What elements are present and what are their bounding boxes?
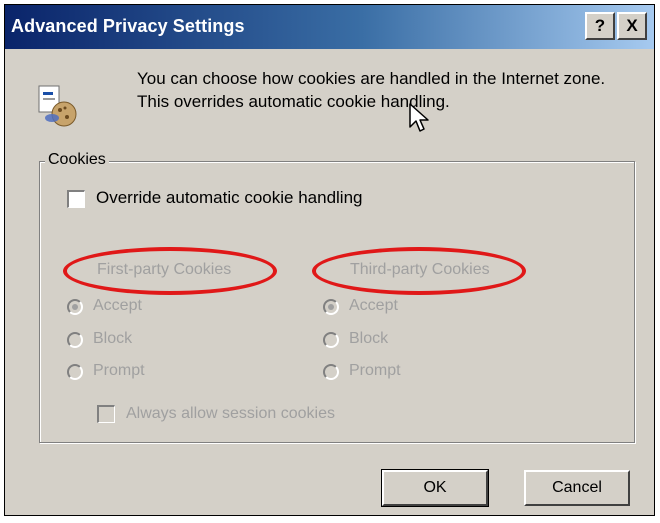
- first-party-accept-label[interactable]: Accept: [93, 297, 142, 315]
- first-party-prompt-label[interactable]: Prompt: [93, 362, 145, 380]
- cancel-button[interactable]: Cancel: [524, 470, 630, 506]
- third-party-block-label[interactable]: Block: [349, 330, 388, 348]
- privacy-cookie-icon: [38, 85, 77, 127]
- title-bar[interactable]: Advanced Privacy Settings ? X: [5, 5, 654, 49]
- third-party-block-radio[interactable]: [323, 332, 339, 348]
- window-title: Advanced Privacy Settings: [11, 16, 245, 36]
- first-party-accept-radio[interactable]: [67, 299, 83, 315]
- close-button[interactable]: X: [617, 12, 647, 40]
- advanced-privacy-dialog: Advanced Privacy Settings ? X You can ch…: [4, 4, 655, 516]
- override-checkbox-label[interactable]: Override automatic cookie handling: [96, 188, 362, 208]
- first-party-block-radio[interactable]: [67, 332, 83, 348]
- first-party-prompt-radio[interactable]: [67, 364, 83, 380]
- help-button[interactable]: ?: [585, 12, 615, 40]
- session-cookies-label[interactable]: Always allow session cookies: [126, 405, 335, 423]
- cookies-group-label: Cookies: [45, 151, 109, 169]
- first-party-block-label[interactable]: Block: [93, 330, 132, 348]
- session-cookies-checkbox[interactable]: [97, 405, 115, 423]
- override-checkbox[interactable]: [67, 190, 85, 208]
- third-party-accept-label[interactable]: Accept: [349, 297, 398, 315]
- third-party-prompt-radio[interactable]: [323, 364, 339, 380]
- third-party-heading: Third-party Cookies: [350, 261, 490, 278]
- third-party-accept-radio[interactable]: [323, 299, 339, 315]
- mouse-pointer-icon: [409, 103, 429, 132]
- ok-button[interactable]: OK: [382, 470, 488, 506]
- intro-text: You can choose how cookies are handled i…: [137, 69, 606, 111]
- first-party-heading: First-party Cookies: [97, 261, 232, 278]
- third-party-prompt-label[interactable]: Prompt: [349, 362, 401, 380]
